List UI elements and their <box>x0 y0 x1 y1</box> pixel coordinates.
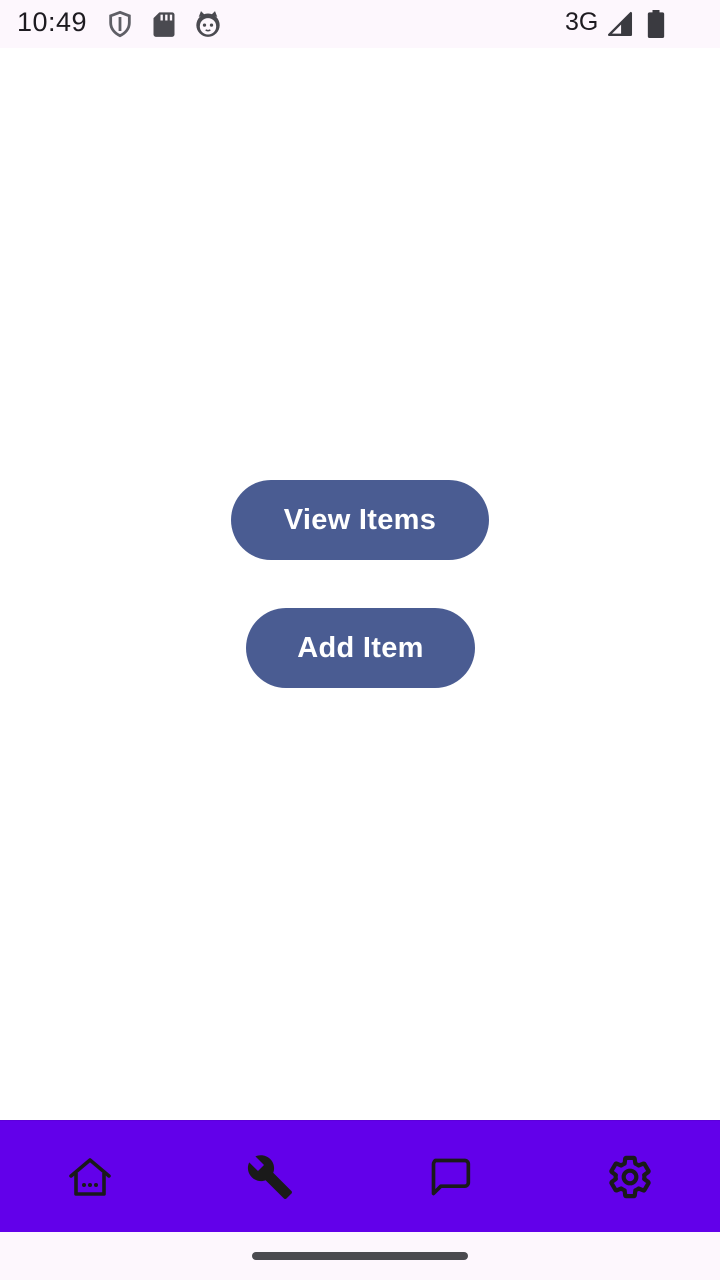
screen: 10:49 3G View Items Add Item <box>0 0 720 1280</box>
nav-tools[interactable] <box>180 1121 360 1233</box>
settings-gear-icon <box>607 1154 653 1200</box>
home-icon <box>67 1156 113 1198</box>
status-time: 10:49 <box>17 7 88 37</box>
nav-home[interactable] <box>0 1121 180 1233</box>
chat-icon <box>428 1155 472 1199</box>
cat-face-icon <box>194 10 222 43</box>
add-item-label: Add Item <box>297 631 424 664</box>
nav-messages[interactable] <box>360 1121 540 1233</box>
shield-icon <box>106 10 134 43</box>
bottom-navigation <box>0 1120 720 1233</box>
gesture-navigation-area <box>0 1232 720 1280</box>
network-type: 3G <box>565 8 599 36</box>
view-items-label: View Items <box>283 503 437 536</box>
status-bar: 10:49 3G <box>0 0 720 48</box>
view-items-button[interactable]: View Items <box>231 480 489 560</box>
wrench-icon <box>246 1153 294 1201</box>
add-item-button[interactable]: Add Item <box>246 608 475 688</box>
signal-icon <box>607 11 633 42</box>
gesture-handle[interactable] <box>252 1252 468 1260</box>
sd-card-icon <box>151 10 177 43</box>
battery-icon <box>647 10 665 43</box>
nav-settings[interactable] <box>540 1121 720 1233</box>
